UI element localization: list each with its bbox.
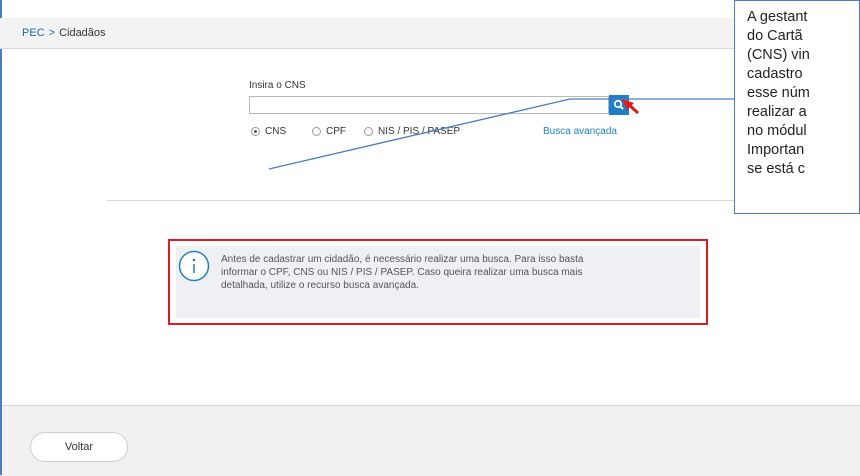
radio-nis-dot[interactable] <box>364 127 373 136</box>
alert-line: Antes de cadastrar um cidadão, é necessá… <box>221 254 584 265</box>
divider <box>107 200 757 201</box>
breadcrumb-separator: > <box>48 27 56 39</box>
callout-line: no módul <box>747 123 807 139</box>
callout-line: cadastro <box>747 66 803 82</box>
callout-line: se está c <box>747 161 806 177</box>
footer-bar <box>2 405 860 476</box>
back-button[interactable]: Voltar <box>30 432 128 462</box>
app-window <box>0 0 860 475</box>
callout-line: A gestant <box>747 9 808 25</box>
radio-cpf-dot[interactable] <box>312 127 321 136</box>
info-icon <box>178 250 210 282</box>
breadcrumb: PEC > Cidadãos <box>22 27 106 39</box>
radio-nis-pis-pasep[interactable]: NIS / PIS / PASEP <box>364 126 460 137</box>
callout-line: do Cartã <box>747 28 803 44</box>
alert-line: detalhada, utilize o recurso busca avanç… <box>221 280 419 291</box>
annotation-callout: A gestant do Cartã (CNS) vin cadastro esse n… <box>734 0 860 214</box>
callout-text: A gestant do Cartã (CNS) vin cadastro esse n… <box>747 8 859 179</box>
search-label: Insira o CNS <box>249 80 306 91</box>
radio-cns-label: CNS <box>265 126 287 137</box>
radio-cns-dot[interactable] <box>251 127 260 136</box>
callout-line: (CNS) vin <box>747 47 810 63</box>
breadcrumb-current: Cidadãos <box>59 27 106 39</box>
cns-search-input[interactable] <box>249 96 609 114</box>
callout-line: Importan <box>747 142 805 158</box>
radio-cpf-label: CPF <box>326 126 346 137</box>
callout-line: esse núm <box>747 85 810 101</box>
search-button[interactable] <box>609 95 629 115</box>
radio-cpf[interactable]: CPF <box>312 126 346 137</box>
top-bar <box>0 18 860 49</box>
callout-line: realizar a <box>747 104 807 120</box>
alert-line: informar o CPF, CNS ou NIS / PIS / PASEP… <box>221 267 583 278</box>
advanced-search-link[interactable]: Busca avançada <box>543 126 617 137</box>
breadcrumb-root[interactable]: PEC <box>22 27 45 39</box>
alert-text: Antes de cadastrar um cidadão, é necessá… <box>221 253 641 292</box>
radio-cns[interactable]: CNS <box>251 126 286 137</box>
radio-nis-label: NIS / PIS / PASEP <box>378 126 461 137</box>
magnifier-icon <box>613 99 624 110</box>
